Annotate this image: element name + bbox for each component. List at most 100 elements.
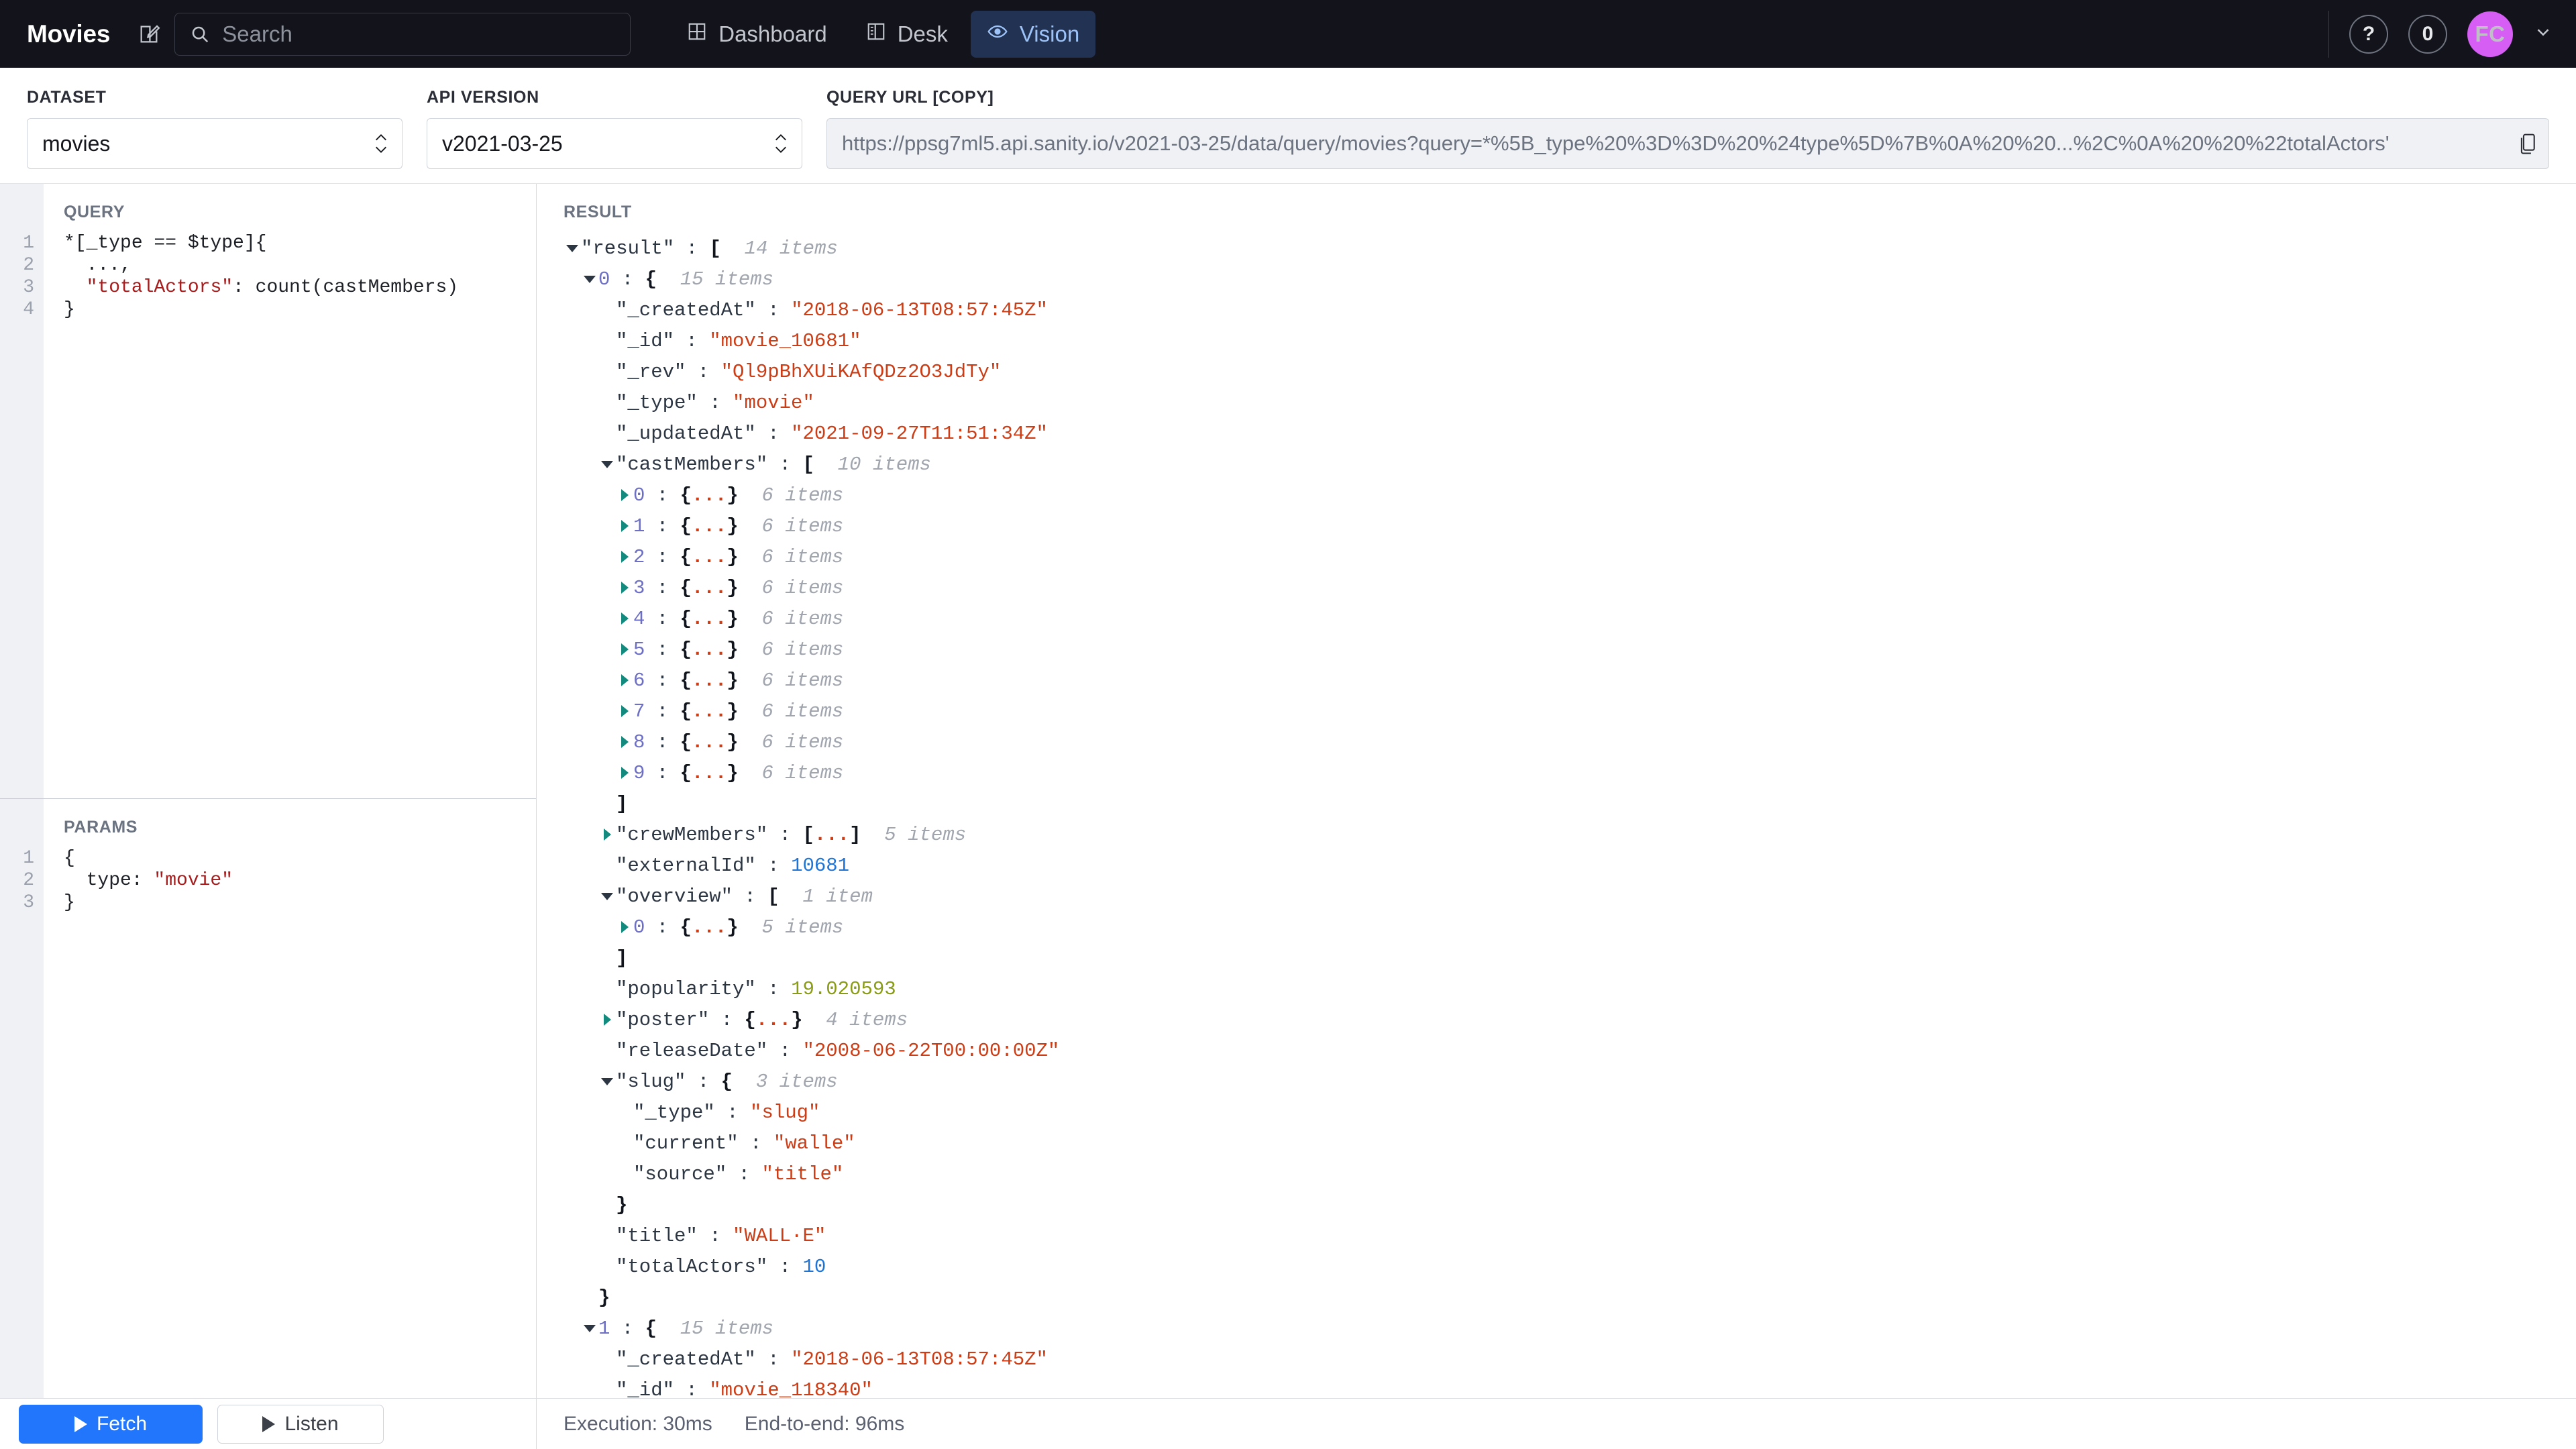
expand-arrow-icon[interactable]: [616, 736, 633, 748]
collapse-arrow-icon[interactable]: [598, 1078, 616, 1085]
json-collapsed-value[interactable]: {...}: [680, 762, 739, 784]
top-navbar: Movies Search Dashboard: [0, 0, 2576, 68]
collapse-arrow-icon[interactable]: [581, 276, 598, 283]
json-open-bracket: [: [709, 237, 720, 260]
expand-arrow-icon[interactable]: [598, 828, 616, 841]
json-item-count: 6 items: [739, 762, 844, 784]
json-collapsed-value[interactable]: {...}: [680, 577, 739, 599]
expand-arrow-icon[interactable]: [616, 551, 633, 563]
chevron-down-icon[interactable]: [2533, 22, 2553, 46]
json-open-bracket: {: [645, 268, 657, 290]
tab-desk[interactable]: Desk: [850, 11, 964, 58]
json-row: "_createdAt" : "2018-06-13T08:57:45Z": [564, 294, 2576, 325]
json-collapsed-value[interactable]: {...}: [680, 916, 739, 938]
json-key: "_rev": [616, 361, 686, 383]
json-separator: :: [674, 1379, 709, 1399]
fetch-button[interactable]: Fetch: [19, 1405, 203, 1444]
tab-vision[interactable]: Vision: [971, 11, 1095, 58]
json-collapsed-value[interactable]: {...}: [680, 669, 739, 692]
json-item-count: 6 items: [739, 484, 844, 506]
json-key: "_type": [633, 1102, 715, 1124]
json-item-count: 1 item: [780, 885, 873, 908]
api-version-field: API VERSION v2021-03-25: [427, 88, 802, 169]
tab-desk-label: Desk: [898, 21, 948, 47]
json-string-value: "movie_10681": [709, 330, 861, 352]
json-separator: :: [727, 1163, 761, 1185]
search-icon: [190, 24, 210, 44]
json-separator: :: [645, 762, 680, 784]
json-key: "totalActors": [616, 1256, 767, 1278]
query-editor[interactable]: QUERY 1*[_type == $type]{2 ..., 3 "total…: [0, 184, 536, 799]
avatar[interactable]: FC: [2467, 11, 2513, 57]
collapse-arrow-icon[interactable]: [598, 461, 616, 468]
json-row: 4 : {...} 6 items: [564, 603, 2576, 634]
result-pane[interactable]: RESULT "result" : [ 14 items0 : { 15 ite…: [537, 184, 2576, 1398]
expand-arrow-icon[interactable]: [616, 705, 633, 717]
copy-icon[interactable]: [2518, 132, 2538, 155]
compose-icon[interactable]: [130, 15, 168, 53]
json-separator: :: [645, 608, 680, 630]
result-caption: RESULT: [564, 203, 2576, 222]
listen-button[interactable]: Listen: [217, 1405, 384, 1444]
expand-arrow-icon[interactable]: [616, 489, 633, 501]
json-collapsed-value[interactable]: {...}: [680, 639, 739, 661]
json-collapsed-value[interactable]: {...}: [680, 731, 739, 753]
code-line: 1*[_type == $type]{: [0, 233, 536, 255]
json-row: "_rev" : "Ql9pBhXUiKAfQDz2O3JdTy": [564, 356, 2576, 387]
api-version-select[interactable]: v2021-03-25: [427, 118, 802, 169]
json-collapsed-value[interactable]: {...}: [680, 608, 739, 630]
dataset-select[interactable]: movies: [27, 118, 402, 169]
json-key: "_type": [616, 392, 698, 414]
json-item-count: 3 items: [733, 1071, 838, 1093]
code-line: 3}: [0, 892, 536, 914]
query-url-input[interactable]: https://ppsg7ml5.api.sanity.io/v2021-03-…: [826, 118, 2549, 169]
json-row: "_createdAt" : "2018-06-13T08:57:45Z": [564, 1344, 2576, 1375]
expand-arrow-icon[interactable]: [598, 1014, 616, 1026]
expand-arrow-icon[interactable]: [616, 674, 633, 686]
params-code-lines[interactable]: 1{2 type: "movie"3}: [0, 848, 536, 914]
notifications-badge[interactable]: 0: [2408, 15, 2447, 54]
help-icon[interactable]: ?: [2349, 15, 2388, 54]
json-separator: :: [709, 1009, 744, 1031]
expand-arrow-icon[interactable]: [616, 612, 633, 625]
json-collapsed-value[interactable]: [...]: [802, 824, 861, 846]
expand-arrow-icon[interactable]: [616, 520, 633, 532]
line-number: 3: [0, 277, 44, 298]
json-separator: :: [756, 978, 791, 1000]
params-editor[interactable]: PARAMS 1{2 type: "movie"3}: [0, 799, 536, 1398]
expand-arrow-icon[interactable]: [616, 921, 633, 933]
json-key: "_updatedAt": [616, 423, 756, 445]
code-line: 4}: [0, 299, 536, 321]
json-item-count: 6 items: [739, 669, 844, 692]
json-index: 7: [633, 700, 645, 722]
json-separator: :: [698, 392, 733, 414]
json-row: 8 : {...} 6 items: [564, 727, 2576, 757]
json-item-count: 4 items: [802, 1009, 908, 1031]
expand-arrow-icon[interactable]: [616, 643, 633, 655]
json-close-bracket: ]: [616, 793, 627, 815]
json-row: "popularity" : 19.020593: [564, 973, 2576, 1004]
json-collapsed-value[interactable]: {...}: [680, 484, 739, 506]
json-row: 5 : {...} 6 items: [564, 634, 2576, 665]
search-input[interactable]: Search: [174, 13, 631, 56]
json-collapsed-value[interactable]: {...}: [680, 515, 739, 537]
result-json-tree[interactable]: "result" : [ 14 items0 : { 15 items"_cre…: [564, 233, 2576, 1398]
json-collapsed-value[interactable]: {...}: [744, 1009, 802, 1031]
collapse-arrow-icon[interactable]: [581, 1325, 598, 1332]
expand-arrow-icon[interactable]: [616, 767, 633, 779]
json-item-count: 6 items: [739, 731, 844, 753]
collapse-arrow-icon[interactable]: [598, 893, 616, 900]
collapse-arrow-icon[interactable]: [564, 245, 581, 252]
json-string-value: "title": [761, 1163, 843, 1185]
json-row: "poster" : {...} 4 items: [564, 1004, 2576, 1035]
json-collapsed-value[interactable]: {...}: [680, 700, 739, 722]
json-collapsed-value[interactable]: {...}: [680, 546, 739, 568]
json-separator: :: [610, 1318, 645, 1340]
json-row: 0 : { 15 items: [564, 264, 2576, 294]
json-item-count: 6 items: [739, 608, 844, 630]
json-key: "popularity": [616, 978, 756, 1000]
query-code-lines[interactable]: 1*[_type == $type]{2 ..., 3 "totalActors…: [0, 233, 536, 321]
json-item-count: 14 items: [721, 237, 838, 260]
expand-arrow-icon[interactable]: [616, 582, 633, 594]
tab-dashboard[interactable]: Dashboard: [671, 11, 843, 58]
